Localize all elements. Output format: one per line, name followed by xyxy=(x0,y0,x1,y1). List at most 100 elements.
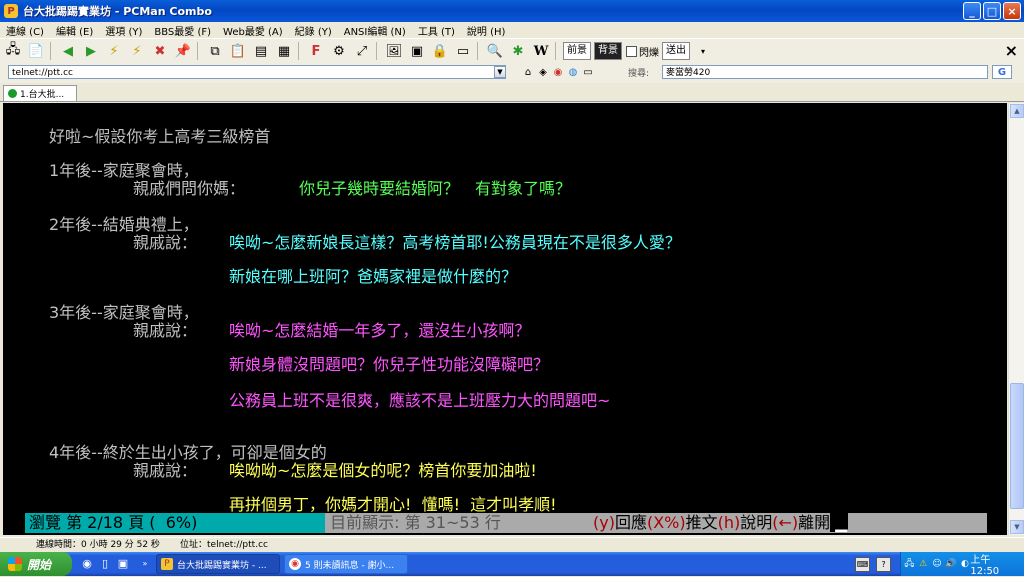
status-bar: 連線時間：0 小時 29 分 52 秒 位址：telnet://ptt.cc xyxy=(0,537,1024,553)
menu-history[interactable]: 紀錄 (Y) xyxy=(289,23,338,38)
terminal-screen[interactable]: 好啦~假設你考上高考三級榜首 1年後--家庭聚會時， 親戚們問你媽： 你兒子幾時… xyxy=(3,103,1007,535)
menu-web-favorites[interactable]: Web最愛 (A) xyxy=(217,23,289,38)
toolbar: 🖧 📄 ◀ ▶ ⚡ ⚡ ✖ 📌 ⧉ 📋 ▤ ▦ F ⚙ ⤢ 🖼 ▣ 🔒 ▭ 🔍 … xyxy=(0,38,1024,64)
blink-checkbox-box[interactable] xyxy=(626,45,637,57)
maximize-button[interactable]: □ xyxy=(983,2,1001,20)
new-tab-icon[interactable]: 📄 xyxy=(26,41,46,61)
pin-icon[interactable]: 📌 xyxy=(173,41,193,61)
toolbar-separator xyxy=(477,42,478,60)
windows-logo-icon xyxy=(8,557,22,571)
wikipedia-icon[interactable]: W xyxy=(531,41,551,61)
image-icon[interactable]: 🖼 xyxy=(384,41,404,61)
minimize-button[interactable]: _ xyxy=(963,2,981,20)
year3-quote-3: 公務員上班不是很爽，應該不是上班壓力大的問題吧~ xyxy=(229,391,611,410)
menu-connect[interactable]: 連線 (C) xyxy=(0,23,50,38)
year3-speaker: 親戚說： xyxy=(133,321,198,340)
taskbar-item-pcman[interactable]: P 台大批踢踢實業坊 - ... xyxy=(156,554,280,574)
forward-arrow-icon[interactable]: ▶ xyxy=(81,41,101,61)
messenger-tray-icon[interactable]: ☺ xyxy=(932,558,943,570)
taskbar-item-chrome[interactable]: ◉ 5 則未讀訊息 - 謝小... xyxy=(284,554,408,574)
terminal-cursor: ▁ xyxy=(830,513,848,532)
copy-paste-icon[interactable]: ▤ xyxy=(251,41,271,61)
flower-icon[interactable]: ✱ xyxy=(508,41,528,61)
start-button[interactable]: 開始 xyxy=(0,552,72,576)
menu-bbs-favorites[interactable]: BBS最愛 (F) xyxy=(148,23,217,38)
menu-options[interactable]: 選項 (Y) xyxy=(99,23,148,38)
year1-speaker: 親戚們問你媽： xyxy=(133,179,246,198)
app-icon: P xyxy=(4,4,18,18)
toolbar-separator xyxy=(298,42,299,60)
lock-icon[interactable]: 🔒 xyxy=(430,41,450,61)
search-label: 搜尋: xyxy=(628,69,650,79)
warning-tray-icon[interactable]: ⚠ xyxy=(918,558,929,570)
address-dropdown-icon[interactable]: ▼ xyxy=(494,66,506,78)
home-icon[interactable]: ⌂ xyxy=(522,66,534,78)
scroll-thumb[interactable] xyxy=(1010,383,1024,509)
keyboard-tray-icon[interactable]: ⌨ xyxy=(855,557,870,572)
menu-tools[interactable]: 工具 (T) xyxy=(412,23,461,38)
search-input[interactable]: 麥當勞420 xyxy=(662,65,988,79)
phone-quicklaunch-icon[interactable]: ▯ xyxy=(98,556,112,570)
settings-gear-icon[interactable]: ⚙ xyxy=(329,41,349,61)
quicklaunch-expand-icon[interactable]: » xyxy=(138,556,152,570)
year2-quote-2: 新娘在哪上班阿？爸媽家裡是做什麼的？ xyxy=(229,267,518,286)
desktop-quicklaunch-icon[interactable]: ▣ xyxy=(116,556,130,570)
back-arrow-icon[interactable]: ◀ xyxy=(58,41,78,61)
taskbar-item-pcman-label: 台大批踢踢實業坊 - ... xyxy=(177,560,267,571)
close-button[interactable]: × xyxy=(1003,2,1021,20)
background-button[interactable]: 背景 xyxy=(594,42,622,60)
tab-label: 1.台大批... xyxy=(20,90,65,100)
reconnect-icon[interactable]: ⚡ xyxy=(104,41,124,61)
window-title: 台大批踢踢實業坊 - PCMan Combo xyxy=(23,5,212,18)
start-label: 開始 xyxy=(27,557,52,572)
connection-address: 位址：telnet://ptt.cc xyxy=(180,540,268,550)
pcman-icon: P xyxy=(161,558,173,570)
help-tray-icon[interactable]: ? xyxy=(876,557,891,572)
search-icon[interactable]: 🔍 xyxy=(485,41,505,61)
network-tray-icon[interactable]: 🖧 xyxy=(904,558,915,570)
copy-icon[interactable]: ⧉ xyxy=(205,41,225,61)
line-range-indicator: 目前顯示: 第 31~53 行 xyxy=(325,513,593,533)
year3-heading: 3年後--家庭聚會時， xyxy=(49,303,199,322)
menu-edit[interactable]: 編輯 (E) xyxy=(50,23,99,38)
hotkey-push-key: (X%) xyxy=(646,513,686,532)
foreground-button[interactable]: 前景 xyxy=(563,42,591,60)
send-button[interactable]: 送出 xyxy=(662,42,690,60)
close-tab-icon[interactable]: × xyxy=(1005,41,1018,60)
year4-speaker: 親戚說： xyxy=(133,461,198,480)
blink-checkbox[interactable]: 閃爍 xyxy=(626,44,659,59)
window-icon[interactable]: ▭ xyxy=(453,41,473,61)
hotkey-reply-label: 回應 xyxy=(614,513,647,532)
chrome-quicklaunch-icon[interactable]: ◉ xyxy=(80,556,94,570)
connect-icon[interactable]: 🖧 xyxy=(3,41,23,61)
font-icon[interactable]: F xyxy=(306,41,326,61)
disconnect-icon[interactable]: ✖ xyxy=(150,41,170,61)
year2-quote-1: 唉呦~怎麼新娘長這樣？高考榜首耶!公務員現在不是很多人愛？ xyxy=(229,233,681,252)
select-all-icon[interactable]: ▦ xyxy=(274,41,294,61)
volume-tray-icon[interactable]: 🔊 xyxy=(945,558,956,570)
ansi-editor-icon[interactable]: ▣ xyxy=(407,41,427,61)
send-dropdown-icon[interactable]: ▾ xyxy=(693,41,713,61)
year4-quote-1: 唉呦呦~怎麼是個女的呢？榜首你要加油啦! xyxy=(229,461,537,480)
paste-icon[interactable]: 📋 xyxy=(228,41,248,61)
reconnect-all-icon[interactable]: ⚡ xyxy=(127,41,147,61)
stop-icon[interactable]: ◉ xyxy=(552,66,564,78)
globe-icon[interactable]: ◍ xyxy=(567,66,579,78)
site-icon[interactable]: ◈ xyxy=(537,66,549,78)
scroll-down-icon[interactable]: ▼ xyxy=(1010,520,1024,534)
tray-icon[interactable]: ◐ xyxy=(960,558,971,570)
terminal-scrollbar[interactable]: ▲ ▼ xyxy=(1008,103,1024,535)
display-icon[interactable]: ▭ xyxy=(582,66,594,78)
hotkey-reply-key: (y) xyxy=(593,513,615,532)
blink-label: 閃爍 xyxy=(639,47,659,59)
search-engine-icon[interactable]: G xyxy=(992,65,1012,79)
menu-help[interactable]: 說明 (H) xyxy=(461,23,512,38)
menu-ansi-edit[interactable]: ANSI編輯 (N) xyxy=(338,23,412,38)
scroll-up-icon[interactable]: ▲ xyxy=(1010,104,1024,118)
address-input[interactable]: telnet://ptt.cc xyxy=(8,65,506,79)
year2-heading: 2年後--結婚典禮上， xyxy=(49,215,199,234)
hotkey-leave-key: (←) xyxy=(772,513,799,532)
tab-ptt[interactable]: 1.台大批... xyxy=(3,85,77,101)
fullscreen-icon[interactable]: ⤢ xyxy=(352,41,372,61)
hotkey-push-label: 推文 xyxy=(685,513,718,532)
